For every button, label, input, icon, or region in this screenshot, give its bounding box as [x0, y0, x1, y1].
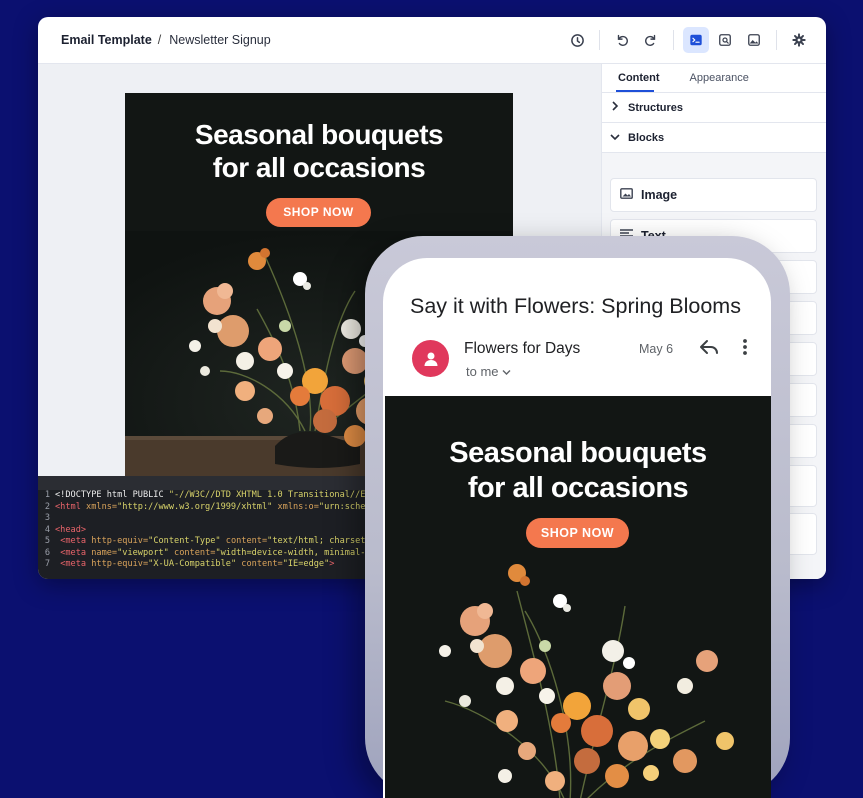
toolbar-divider: [776, 30, 777, 50]
section-label: Blocks: [628, 131, 665, 144]
code-token: <meta: [60, 559, 92, 569]
email-headline: Seasonal bouquets for all occasions: [385, 436, 771, 506]
code-token: <html: [55, 501, 87, 512]
toolbar-divider: [673, 30, 674, 50]
headline-line-1: Seasonal bouquets: [449, 437, 707, 469]
image-block-icon: [611, 188, 641, 202]
flower-bouquet-image: [385, 561, 771, 798]
tab-appearance[interactable]: Appearance: [690, 64, 749, 92]
line-number: 1: [44, 490, 50, 500]
recipient-toggle[interactable]: to me: [466, 364, 511, 379]
breadcrumb: Email Template / Newsletter Signup: [61, 33, 271, 47]
breadcrumb-root[interactable]: Email Template: [61, 33, 152, 47]
code-token: content=: [236, 559, 283, 569]
line-number: 5: [44, 536, 50, 546]
headline-line-2: for all occasions: [467, 472, 689, 504]
code-token: "viewport": [117, 547, 169, 558]
shop-now-button[interactable]: SHOP NOW: [526, 518, 629, 548]
block-image[interactable]: Image: [610, 178, 817, 212]
line-number: 3: [44, 513, 50, 523]
section-structures[interactable]: Structures: [602, 93, 826, 123]
settings-icon[interactable]: [786, 27, 812, 53]
code-token: xmlns=: [86, 501, 118, 512]
code-token: "-//W3C//DTD XHTML 1.0 Transitional//EN": [168, 490, 376, 500]
breadcrumb-separator: /: [157, 33, 162, 47]
email-subject: Say it with Flowers: Spring Blooms: [410, 294, 741, 318]
undo-icon[interactable]: [609, 27, 635, 53]
email-body: Seasonal bouquets for all occasions SHOP…: [385, 396, 771, 798]
editor-toolbar: [561, 27, 812, 53]
block-label: Image: [641, 188, 678, 202]
code-token: "http://www.w3.org/1999/xhtml": [117, 501, 273, 512]
code-token: >: [329, 559, 335, 569]
tab-content[interactable]: Content: [618, 64, 660, 92]
image-icon[interactable]: [741, 27, 767, 53]
editor-top-bar: Email Template / Newsletter Signup: [38, 17, 826, 64]
code-view-icon[interactable]: [683, 27, 709, 53]
code-token: <meta: [60, 536, 92, 546]
recipient-label: to me: [466, 364, 499, 379]
email-date: May 6: [639, 342, 674, 356]
line-number: 4: [44, 524, 50, 535]
toolbar-divider: [599, 30, 600, 50]
reply-icon[interactable]: [699, 338, 719, 361]
headline-line-2: for all occasions: [212, 152, 426, 183]
sender-name: Flowers for Days: [464, 340, 581, 357]
breadcrumb-current: Newsletter Signup: [169, 33, 271, 47]
redo-icon[interactable]: [638, 27, 664, 53]
code-token: http-equiv=: [91, 559, 149, 569]
person-icon: [424, 352, 437, 366]
code-token: "Content-Type": [148, 536, 221, 546]
history-icon[interactable]: [564, 27, 590, 53]
phone-screen: Say it with Flowers: Spring Blooms Flowe…: [383, 258, 771, 798]
section-blocks[interactable]: Blocks: [602, 123, 826, 153]
active-tab-indicator: [616, 90, 654, 92]
code-token: <head>: [55, 524, 87, 535]
line-number: 6: [44, 547, 50, 558]
more-options-icon[interactable]: [742, 338, 748, 361]
section-label: Structures: [628, 101, 684, 114]
headline-line-1: Seasonal bouquets: [194, 119, 444, 150]
shop-now-button[interactable]: SHOP NOW: [266, 198, 371, 227]
email-headline: Seasonal bouquets for all occasions: [125, 118, 513, 184]
code-token: "X-UA-Compatible": [148, 559, 237, 569]
phone-mockup: Say it with Flowers: Spring Blooms Flowe…: [365, 236, 790, 798]
chevron-down-icon: [502, 364, 511, 379]
code-token: "IE=edge": [282, 559, 330, 569]
panel-tabs: Content Appearance: [602, 64, 826, 93]
code-token: <meta: [60, 547, 92, 558]
line-number: 2: [44, 501, 50, 512]
code-token: content=: [220, 536, 268, 546]
code-token: <!DOCTYPE html PUBLIC: [55, 490, 169, 500]
line-number: 7: [44, 559, 50, 569]
code-token: name=: [91, 547, 118, 558]
code-token: xmlns:o=: [272, 501, 319, 512]
code-token: content=: [168, 547, 216, 558]
avatar[interactable]: [412, 340, 449, 377]
chevron-right-icon: [602, 101, 628, 114]
chevron-down-icon: [602, 132, 628, 144]
preview-icon[interactable]: [712, 27, 738, 53]
code-token: http-equiv=: [91, 536, 149, 546]
